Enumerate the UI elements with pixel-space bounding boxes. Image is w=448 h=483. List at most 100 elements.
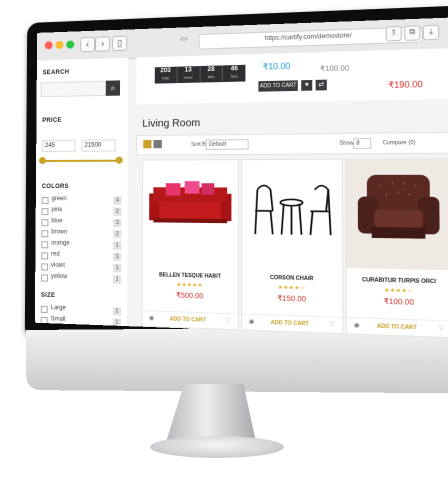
price-max-input[interactable]: 21500 [81, 139, 115, 151]
wishlist-button[interactable]: ♥ [301, 80, 312, 91]
size-title: SIZE [41, 293, 55, 300]
color-count-badge: 2 [113, 230, 121, 238]
countdown-minutes: 28 Min [200, 65, 223, 82]
price-min-input[interactable]: 245 [42, 140, 76, 152]
product-card[interactable]: BELLEN TESQUE HABIT ★★★★★ ₹500.00 ◉ ADD … [142, 159, 239, 330]
grid-view-icon[interactable] [143, 140, 151, 148]
color-checkbox[interactable] [42, 197, 49, 204]
color-filter-item[interactable]: orange 1 [41, 240, 121, 251]
product-name[interactable]: CORSON CHAIR [242, 274, 342, 283]
size-label: Large [51, 305, 66, 312]
size-count-badge: 1 [113, 318, 121, 327]
compare-button[interactable]: ⇄ [316, 80, 327, 91]
color-label: yellow [51, 274, 68, 280]
download-icon[interactable]: ⤓ [423, 25, 440, 41]
main-content: 203 Day 13 Hour 28 Min 46 Sec ₹10.00 ADD TO … [135, 48, 448, 339]
product-actions: ◉ ADD TO CART ♡ [347, 317, 448, 337]
product-card[interactable]: CURABITUR TURPIS ORCI ★★★★☆ ₹100.00 ◉ AD… [345, 158, 448, 338]
size-label: Small [51, 316, 66, 323]
show-select[interactable]: 8 [353, 138, 371, 149]
product-actions: ◉ ADD TO CART ♡ [143, 310, 238, 329]
sort-select[interactable]: Default [206, 139, 249, 150]
heart-icon[interactable]: ♡ [329, 321, 335, 329]
color-label: blue [51, 218, 62, 224]
monitor-chin [26, 327, 448, 394]
back-button[interactable]: ‹ [80, 37, 95, 53]
color-checkbox[interactable] [41, 219, 48, 226]
price-slider-min-handle[interactable] [39, 157, 46, 164]
price-title: PRICE [42, 118, 61, 124]
heart-icon[interactable]: ♡ [225, 317, 231, 325]
search-input[interactable] [41, 81, 106, 97]
add-to-cart-button[interactable]: ADD TO CART [271, 320, 309, 328]
color-label: violet [51, 263, 65, 269]
sidebar-toggle-icon[interactable]: ▯ [112, 36, 127, 52]
list-view-icon[interactable] [154, 140, 162, 148]
monitor-stand-base [150, 436, 284, 458]
quick-view-icon[interactable]: ◉ [354, 322, 360, 330]
deal-strip: 203 Day 13 Hour 28 Min 46 Sec ₹10.00 ADD TO … [136, 48, 448, 104]
countdown-days: 203 Day [155, 67, 178, 84]
search-button[interactable]: ⌕ [106, 80, 120, 95]
color-count-badge: 2 [113, 208, 121, 216]
camera-icon[interactable]: ▭ [178, 33, 191, 46]
color-label: pink [51, 207, 62, 213]
minimize-window-icon[interactable] [56, 41, 64, 49]
product-rating: ★★★★★ [143, 281, 238, 290]
price-slider-track [42, 160, 118, 162]
size-count-badge: 1 [113, 307, 121, 316]
color-checkbox[interactable] [42, 208, 49, 215]
product-card[interactable]: CORSON CHAIR ★★★★☆ ₹150.00 ◉ ADD TO CART… [241, 159, 343, 335]
color-checkbox[interactable] [41, 241, 48, 248]
screen: ‹ › ▯ ▭ https://cartify.com/demostore/ ⇪… [35, 17, 448, 339]
color-count-badge: 1 [113, 253, 121, 261]
forward-button[interactable]: › [95, 36, 110, 52]
colors-title: COLORS [42, 184, 69, 190]
product-image-armchair [346, 159, 448, 270]
deal-countdown: 203 Day 13 Hour 28 Min 46 Sec [155, 65, 246, 84]
color-count-badge: 3 [113, 219, 121, 227]
category-title: Living Room [142, 118, 200, 130]
color-label: orange [51, 240, 70, 246]
color-checkbox[interactable] [41, 252, 48, 259]
compare-icon: ⇄ [318, 82, 324, 89]
color-checkbox[interactable] [41, 263, 48, 270]
product-name[interactable]: CURABITUR TURPIS ORCI [347, 277, 448, 286]
price-slider-max-handle[interactable] [116, 157, 123, 164]
color-filter-item[interactable]: pink 2 [42, 207, 122, 217]
product-name[interactable]: BELLEN TESQUE HABIT [143, 272, 238, 281]
quick-view-icon[interactable]: ◉ [249, 318, 255, 326]
color-filter-item[interactable]: brown 2 [41, 229, 121, 239]
color-filter-item[interactable]: blue 3 [41, 218, 121, 228]
product-price: ₹150.00 [242, 293, 342, 305]
add-to-cart-button[interactable]: ADD TO CART [170, 316, 206, 324]
size-checkbox[interactable] [41, 306, 48, 313]
close-window-icon[interactable] [45, 41, 53, 49]
color-filter-item[interactable]: violet 1 [41, 262, 121, 273]
product-image-chairs [242, 160, 342, 268]
heart-icon[interactable]: ♡ [438, 324, 444, 332]
color-filter-item[interactable]: green 4 [42, 196, 122, 206]
monitor-stand-neck [166, 384, 256, 442]
color-count-badge: 4 [113, 196, 121, 204]
tabs-icon[interactable]: ⧉ [404, 25, 420, 41]
add-to-cart-button[interactable]: ADD TO CART [377, 323, 417, 331]
deal-price: ₹10.00 [263, 61, 290, 71]
product-rating: ★★★★☆ [347, 286, 448, 295]
maximize-window-icon[interactable] [66, 40, 74, 48]
quick-view-icon[interactable]: ◉ [149, 314, 154, 321]
color-filter-item[interactable]: yellow 1 [41, 273, 121, 284]
compare-link[interactable]: Compare (0) [383, 140, 416, 147]
desktop-monitor: ‹ › ▯ ▭ https://cartify.com/demostore/ ⇪… [0, 0, 448, 483]
upload-icon[interactable]: ⇪ [386, 26, 402, 42]
color-checkbox[interactable] [41, 230, 48, 237]
product-price: ₹500.00 [143, 290, 238, 301]
show-label: Show [339, 140, 353, 147]
heart-icon: ♥ [305, 82, 309, 88]
color-filter-item[interactable]: red 1 [41, 251, 121, 262]
color-checkbox[interactable] [41, 274, 48, 281]
filter-sidebar: SEARCH ⌕ PRICE 245 21500 COLORS green 4 pi… [35, 58, 128, 326]
deal-add-to-cart-button[interactable]: ADD TO CART [258, 80, 297, 91]
countdown-hours: 13 Hour [177, 66, 200, 83]
size-filter-item[interactable]: Large 1 [41, 305, 121, 317]
